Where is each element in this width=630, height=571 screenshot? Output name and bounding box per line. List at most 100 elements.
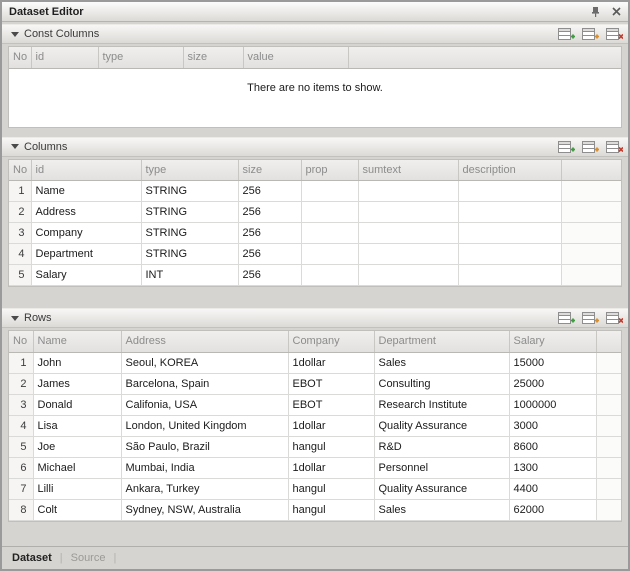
cell[interactable] — [301, 264, 359, 286]
cell[interactable]: Ankara, Turkey — [121, 478, 289, 500]
row-number-cell[interactable]: 2 — [9, 201, 32, 223]
delete-row-icon[interactable] — [605, 311, 623, 325]
cell[interactable]: R&D — [374, 436, 510, 458]
cell[interactable]: Donald — [33, 394, 122, 416]
cell[interactable]: 4400 — [509, 478, 597, 500]
column-header[interactable]: Company — [288, 331, 375, 353]
column-header[interactable]: No — [9, 331, 34, 353]
row-number-cell[interactable]: 5 — [9, 264, 32, 286]
cell[interactable]: London, United Kingdom — [121, 415, 289, 437]
insert-row-icon[interactable] — [581, 311, 599, 325]
add-row-icon[interactable] — [557, 27, 575, 41]
cell[interactable]: 256 — [238, 180, 302, 202]
cell[interactable]: 3000 — [509, 415, 597, 437]
row-number-cell[interactable]: 1 — [9, 180, 32, 202]
cell[interactable]: Department — [31, 243, 142, 265]
row-number-cell[interactable]: 3 — [9, 394, 34, 416]
column-header[interactable]: size — [238, 159, 302, 181]
cell[interactable]: Sydney, NSW, Australia — [121, 499, 289, 521]
cell[interactable] — [458, 222, 562, 244]
cell[interactable]: Lisa — [33, 415, 122, 437]
cell[interactable]: Barcelona, Spain — [121, 373, 289, 395]
add-row-icon[interactable] — [557, 311, 575, 325]
cell[interactable]: Company — [31, 222, 142, 244]
cell[interactable]: 8600 — [509, 436, 597, 458]
insert-row-icon[interactable] — [581, 140, 599, 154]
cell[interactable]: Name — [31, 180, 142, 202]
column-header[interactable]: Name — [33, 331, 122, 353]
cell[interactable]: 1dollar — [288, 415, 375, 437]
cell[interactable]: Address — [31, 201, 142, 223]
row-number-cell[interactable]: 5 — [9, 436, 34, 458]
column-header[interactable]: prop — [301, 159, 359, 181]
cell[interactable]: James — [33, 373, 122, 395]
collapse-icon[interactable] — [9, 28, 21, 40]
cell[interactable]: STRING — [141, 243, 239, 265]
column-header[interactable]: type — [98, 47, 184, 69]
cell[interactable] — [358, 201, 459, 223]
cell[interactable]: 1dollar — [288, 457, 375, 479]
column-header[interactable]: size — [183, 47, 244, 69]
collapse-icon[interactable] — [9, 312, 21, 324]
cell[interactable]: EBOT — [288, 394, 375, 416]
cell[interactable]: 25000 — [509, 373, 597, 395]
cell[interactable]: 256 — [238, 201, 302, 223]
cell[interactable]: Research Institute — [374, 394, 510, 416]
cell[interactable]: 1dollar — [288, 352, 375, 374]
row-number-cell[interactable]: 1 — [9, 352, 34, 374]
cell[interactable] — [458, 201, 562, 223]
cell[interactable]: 256 — [238, 243, 302, 265]
cell[interactable] — [301, 243, 359, 265]
cell[interactable]: 1300 — [509, 457, 597, 479]
cell[interactable] — [301, 222, 359, 244]
cell[interactable]: 256 — [238, 222, 302, 244]
cell[interactable] — [358, 264, 459, 286]
cell[interactable]: Califonia, USA — [121, 394, 289, 416]
cell[interactable] — [458, 243, 562, 265]
cell[interactable]: São Paulo, Brazil — [121, 436, 289, 458]
column-header[interactable]: type — [141, 159, 239, 181]
tab-source[interactable]: Source — [69, 552, 108, 564]
cell[interactable]: Seoul, KOREA — [121, 352, 289, 374]
cell[interactable]: 15000 — [509, 352, 597, 374]
column-header[interactable]: description — [458, 159, 562, 181]
cell[interactable]: 62000 — [509, 499, 597, 521]
column-header[interactable]: value — [243, 47, 349, 69]
row-number-cell[interactable]: 4 — [9, 415, 34, 437]
collapse-icon[interactable] — [9, 141, 21, 153]
cell[interactable]: Joe — [33, 436, 122, 458]
row-number-cell[interactable]: 8 — [9, 499, 34, 521]
column-header[interactable]: id — [31, 159, 142, 181]
cell[interactable]: STRING — [141, 180, 239, 202]
row-number-cell[interactable]: 6 — [9, 457, 34, 479]
delete-row-icon[interactable] — [605, 140, 623, 154]
row-number-cell[interactable]: 2 — [9, 373, 34, 395]
cell[interactable]: Sales — [374, 499, 510, 521]
cell[interactable] — [358, 180, 459, 202]
row-number-cell[interactable]: 3 — [9, 222, 32, 244]
cell[interactable] — [458, 180, 562, 202]
column-header[interactable]: id — [31, 47, 99, 69]
close-icon[interactable] — [610, 6, 622, 18]
cell[interactable]: EBOT — [288, 373, 375, 395]
column-header[interactable]: Department — [374, 331, 510, 353]
column-header[interactable]: Address — [121, 331, 289, 353]
cell[interactable]: Lilli — [33, 478, 122, 500]
cell[interactable]: John — [33, 352, 122, 374]
cell[interactable] — [358, 222, 459, 244]
delete-row-icon[interactable] — [605, 27, 623, 41]
cell[interactable] — [458, 264, 562, 286]
cell[interactable]: Salary — [31, 264, 142, 286]
cell[interactable]: STRING — [141, 201, 239, 223]
cell[interactable] — [301, 201, 359, 223]
cell[interactable]: Michael — [33, 457, 122, 479]
cell[interactable]: STRING — [141, 222, 239, 244]
row-number-cell[interactable]: 4 — [9, 243, 32, 265]
cell[interactable]: hangul — [288, 436, 375, 458]
add-row-icon[interactable] — [557, 140, 575, 154]
cell[interactable] — [301, 180, 359, 202]
column-header[interactable]: Salary — [509, 331, 597, 353]
insert-row-icon[interactable] — [581, 27, 599, 41]
column-header[interactable]: No — [9, 159, 32, 181]
cell[interactable]: Quality Assurance — [374, 415, 510, 437]
